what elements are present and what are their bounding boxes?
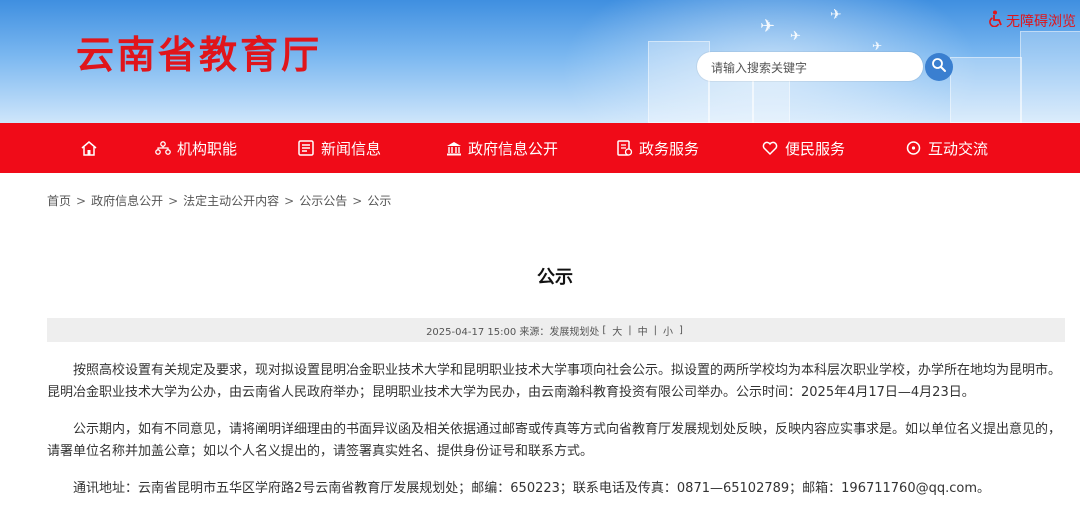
article-meta-bar: 2025-04-17 15:00 来源：发展规划处 [ 大 | 中 | 小 ]: [47, 318, 1065, 342]
bird-icon: ✈: [760, 16, 776, 37]
bird-icon: ✈: [872, 39, 883, 53]
skyline-building: [752, 79, 790, 123]
nav-item-label: 便民服务: [785, 139, 846, 158]
breadcrumb-home[interactable]: 首页: [47, 194, 71, 208]
nav-item-2[interactable]: 政府信息公开: [446, 123, 558, 173]
font-size-large-button[interactable]: 大: [612, 323, 622, 338]
org-chart-icon: [155, 141, 171, 155]
nav-item-label: 机构职能: [177, 139, 238, 158]
breadcrumb-separator: >: [168, 194, 179, 208]
skyline-building: [1020, 31, 1080, 123]
search-input[interactable]: [709, 52, 913, 83]
main-nav: 机构职能 新闻信息 政府信息公开 政务服务 便民服务 互动交流: [0, 123, 1080, 173]
site-header: ✈ ✈ ✈ ✈ 云南省教育厅 无障碍浏览: [0, 0, 1080, 123]
wheelchair-icon: [988, 10, 1004, 31]
bird-icon: ✈: [830, 7, 842, 23]
nav-item-1[interactable]: 新闻信息: [297, 123, 381, 173]
breadcrumb-separator: >: [76, 194, 87, 208]
article-paragraph-3: 通讯地址：云南省昆明市五华区学府路2号云南省教育厅发展规划处；邮编：650223…: [73, 481, 990, 496]
nav-item-5[interactable]: 互动交流: [905, 123, 988, 173]
bird-icon: ✈: [790, 29, 801, 44]
skyline-building: [950, 57, 1022, 123]
accessibility-label: 无障碍浏览: [1006, 13, 1076, 30]
font-size-divider: |: [628, 324, 632, 336]
font-size-medium-button[interactable]: 中: [638, 323, 648, 338]
heart-hand-icon: [761, 140, 779, 156]
site-title[interactable]: 云南省教育厅: [76, 24, 322, 79]
nav-item-3[interactable]: 政务服务: [616, 123, 699, 173]
search-icon: [931, 57, 947, 77]
chat-bubble-icon: [905, 140, 922, 157]
font-size-bracket-open: [: [602, 324, 607, 336]
accessibility-link[interactable]: 无障碍浏览: [988, 10, 1076, 31]
font-size-divider: |: [653, 324, 658, 336]
nav-item-4[interactable]: 便民服务: [761, 123, 845, 173]
breadcrumb-separator: >: [284, 194, 295, 208]
nav-item-label: 互动交流: [928, 139, 989, 158]
breadcrumb-announcements[interactable]: 公示公告: [299, 194, 347, 208]
breadcrumb: 首页 > 政府信息公开 > 法定主动公开内容 > 公示公告 > 公示: [47, 192, 391, 209]
home-icon: [80, 140, 98, 157]
government-building-icon: [446, 141, 462, 156]
article-title: 公示: [537, 267, 573, 288]
search-box: [697, 52, 923, 83]
breadcrumb-separator: >: [352, 194, 363, 208]
nav-item-0[interactable]: 机构职能: [155, 123, 237, 173]
article-date-source: 2025-04-17 15:00 来源：发展规划处: [426, 326, 600, 338]
font-size-bracket-close: ]: [679, 324, 683, 336]
skyline-building: [648, 41, 710, 123]
nav-item-label: 新闻信息: [321, 139, 382, 158]
breadcrumb-current[interactable]: 公示: [367, 194, 391, 208]
search-button[interactable]: [925, 53, 953, 81]
nav-item-label: 政务服务: [639, 139, 700, 158]
breadcrumb-gov-info[interactable]: 政府信息公开: [91, 194, 163, 208]
nav-item-home[interactable]: [80, 123, 98, 173]
nav-item-label: 政府信息公开: [468, 139, 559, 158]
breadcrumb-statutory[interactable]: 法定主动公开内容: [183, 194, 279, 208]
font-size-small-button[interactable]: 小: [663, 323, 673, 338]
article-paragraph-1: 按照高校设置有关规定及要求，现对拟设置昆明冶金职业技术大学和昆明职业技术大学事项…: [47, 363, 1062, 400]
newspaper-icon: [297, 139, 315, 157]
article-paragraph-2: 公示期内，如有不同意见，请将阐明详细理由的书面异议函及相关依据通过邮寄或传真等方…: [47, 422, 1062, 459]
service-document-icon: [616, 139, 633, 157]
